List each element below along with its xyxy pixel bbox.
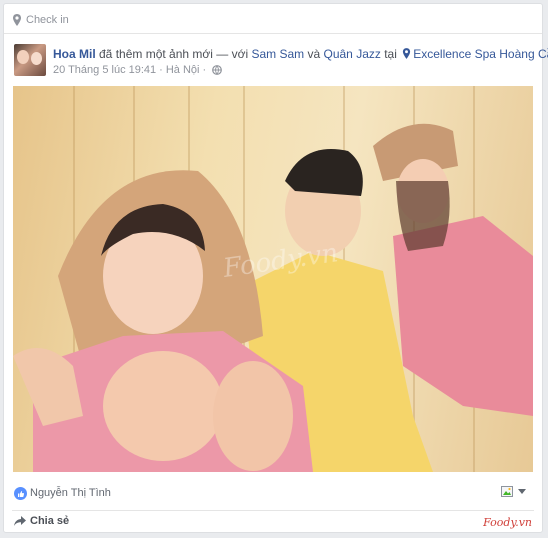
post-header-text: Hoa Mil đã thêm một ảnh mới — với Sam Sa… <box>53 46 548 62</box>
author-avatar[interactable] <box>14 44 46 76</box>
like-icon <box>14 487 27 500</box>
and-text: và <box>304 47 324 61</box>
timestamp[interactable]: 20 Tháng 5 lúc 19:41 <box>53 64 156 76</box>
location-pin-icon <box>13 14 21 26</box>
share-button[interactable]: Chia sẻ <box>14 515 69 527</box>
location-text[interactable]: Hà Nội <box>166 64 200 76</box>
audience-selector[interactable] <box>501 486 526 497</box>
globe-icon[interactable] <box>212 65 223 75</box>
chevron-down-icon <box>518 489 526 494</box>
photo-people-illustration <box>13 123 533 472</box>
action-text: đã thêm một ảnh mới — với <box>95 47 252 61</box>
divider <box>4 33 542 34</box>
reactions-bar: Nguyễn Thị Tình <box>4 476 542 510</box>
post-meta: 20 Tháng 5 lúc 19:41 · Hà Nội · <box>53 64 223 76</box>
liker-name[interactable]: Nguyễn Thị Tình <box>30 487 111 499</box>
share-label: Chia sẻ <box>30 515 70 527</box>
image-icon <box>501 486 513 497</box>
place-pin-icon <box>403 48 411 59</box>
post-card: Check in Hoa Mil đã thêm một ảnh mới — v… <box>3 3 548 533</box>
post-photo[interactable]: Foody.vn <box>13 86 533 472</box>
divider <box>12 510 534 511</box>
tagged-user-1[interactable]: Sam Sam <box>251 47 304 61</box>
place-link[interactable]: Excellence Spa Hoàng Cầu <box>413 47 548 61</box>
footer-watermark: Foody.vn <box>483 516 532 529</box>
tagged-user-2[interactable]: Quân Jazz <box>324 47 381 61</box>
author-name[interactable]: Hoa Mil <box>53 47 96 61</box>
at-text: tại <box>380 47 401 61</box>
meta-separator: · <box>202 64 207 76</box>
checkin-label: Check in <box>26 14 69 26</box>
share-icon <box>14 516 26 526</box>
checkin-header[interactable]: Check in <box>12 12 69 28</box>
meta-separator: · <box>159 64 163 76</box>
